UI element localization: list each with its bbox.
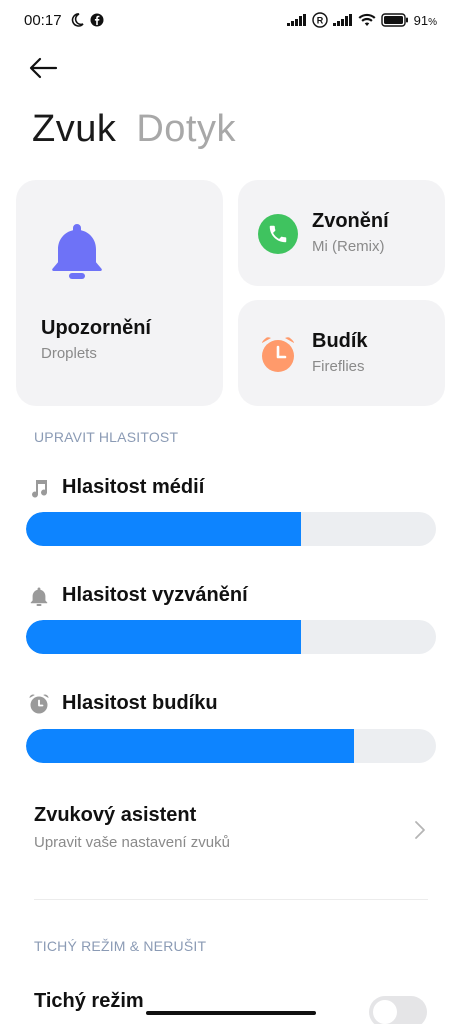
chevron-right-icon xyxy=(415,821,425,839)
ringtone-card-subtitle: Mi (Remix) xyxy=(312,238,385,255)
alarm-volume-label: Hlasitost budíku xyxy=(62,692,218,714)
silent-mode-toggle[interactable] xyxy=(369,996,427,1024)
ringer-volume-label: Hlasitost vyzvánění xyxy=(62,584,248,606)
alarm-volume-row: Hlasitost budíku xyxy=(28,692,218,715)
tab-bar: Zvuk Dotyk xyxy=(32,108,236,151)
battery-percent: 91% xyxy=(413,12,437,28)
media-volume-slider[interactable] xyxy=(26,512,436,546)
arrow-left-icon xyxy=(29,57,58,79)
sound-assistant-subtitle: Upravit vaše nastavení zvuků xyxy=(34,834,230,851)
alarm-volume-slider[interactable] xyxy=(26,729,436,763)
ringtone-card[interactable]: Zvonění Mi (Remix) xyxy=(238,180,445,286)
ringer-volume-slider[interactable] xyxy=(26,620,436,654)
alarm-card-subtitle: Fireflies xyxy=(312,358,365,375)
notification-card-text: Upozornění Droplets xyxy=(41,317,151,362)
signal-icon xyxy=(286,14,306,26)
battery-icon xyxy=(380,13,408,27)
ringer-volume-fill xyxy=(26,620,301,654)
phone-icon xyxy=(258,214,298,254)
toggle-knob xyxy=(373,1000,397,1024)
status-right-icons: R 91% xyxy=(286,12,437,28)
status-left-icons xyxy=(70,13,104,27)
alarm-clock-icon xyxy=(262,337,294,372)
ringtone-card-text: Zvonění Mi (Remix) xyxy=(312,210,389,255)
sound-assistant-title: Zvukový asistent xyxy=(34,804,197,826)
home-indicator[interactable] xyxy=(146,1011,316,1015)
music-note-icon xyxy=(28,477,50,499)
wifi-icon xyxy=(358,13,376,26)
tab-touch[interactable]: Dotyk xyxy=(136,108,236,151)
bell-icon xyxy=(28,585,50,607)
roaming-icon: R xyxy=(311,12,328,28)
media-volume-fill xyxy=(26,512,301,546)
section-label-volume: UPRAVIT HLASITOST xyxy=(34,429,179,445)
notification-card-subtitle: Droplets xyxy=(41,345,97,362)
ringer-volume-row: Hlasitost vyzvánění xyxy=(28,584,248,607)
media-volume-row: Hlasitost médií xyxy=(28,476,204,499)
bell-icon xyxy=(52,224,102,279)
alarm-clock-icon xyxy=(28,693,50,715)
back-button[interactable] xyxy=(28,52,68,84)
sound-assistant-item[interactable]: Zvukový asistent Upravit vaše nastavení … xyxy=(34,804,434,851)
notification-card-title: Upozornění xyxy=(41,317,151,339)
media-volume-label: Hlasitost médií xyxy=(62,476,205,498)
svg-text:R: R xyxy=(316,16,323,26)
status-time: 00:17 xyxy=(24,12,62,29)
notification-sound-card[interactable]: Upozornění Droplets xyxy=(16,180,223,406)
signal-icon xyxy=(332,14,352,26)
alarm-card[interactable]: Budík Fireflies xyxy=(238,300,445,406)
tab-sound[interactable]: Zvuk xyxy=(32,108,116,151)
facebook-icon xyxy=(90,13,104,27)
alarm-card-text: Budík Fireflies xyxy=(312,330,368,375)
alarm-card-title: Budík xyxy=(312,330,368,352)
ringtone-card-title: Zvonění xyxy=(312,210,389,232)
divider xyxy=(34,899,428,900)
moon-icon xyxy=(71,13,84,27)
section-label-silent: TICHÝ REŽIM & NERUŠIT xyxy=(34,938,207,954)
alarm-volume-fill xyxy=(26,729,354,763)
status-bar: 00:17 R 91% xyxy=(0,0,461,44)
